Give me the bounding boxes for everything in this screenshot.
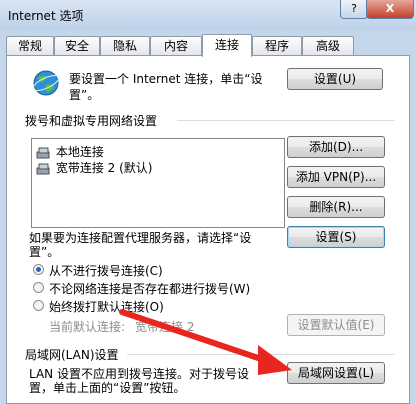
radio-never-dial[interactable]	[33, 264, 44, 275]
delete-button[interactable]: 删除(R)...	[287, 196, 385, 218]
current-default-label: 当前默认连接:	[49, 320, 126, 334]
network-connection-icon	[36, 147, 50, 158]
connections-panel: 要设置一个 Internet 连接，单击“设 置”。 设置(U) 拨号和虚拟专用…	[6, 55, 410, 404]
tab-security[interactable]: 安全	[54, 36, 100, 55]
proxy-instruction-line1: 如果要为连接配置代理服务器，请选择“设	[29, 231, 252, 245]
proxy-instruction-line2: 置”。	[29, 245, 60, 259]
list-item-label: 本地连接	[55, 145, 104, 159]
setup-button[interactable]: 设置(U)	[287, 68, 383, 90]
tab-programs[interactable]: 程序	[252, 36, 302, 55]
lan-section-label: 局域网(LAN)设置	[25, 348, 119, 362]
radio-dial-when-no-network[interactable]	[33, 282, 44, 293]
tab-privacy[interactable]: 隐私	[100, 36, 150, 55]
add-vpn-button[interactable]: 添加 VPN(P)...	[287, 166, 385, 188]
setup-instruction-line2: 置”。	[69, 88, 100, 102]
radio-never-dial-label[interactable]: 从不进行拨号连接(C)	[49, 262, 163, 279]
network-connection-icon	[36, 163, 50, 174]
tab-connections[interactable]: 连接	[202, 34, 252, 57]
tab-content[interactable]: 内容	[150, 36, 202, 55]
lan-instruction-line2: 置，单击上面的“设置”按钮。	[29, 381, 186, 395]
radio-dial-when-no-network-label[interactable]: 不论网络连接是否存在都进行拨号(W)	[49, 280, 250, 297]
current-default-value: 宽带连接 2	[135, 320, 195, 334]
tab-general[interactable]: 常规	[6, 36, 54, 55]
title-bar: Internet 选项 ? X	[0, 0, 416, 30]
list-item[interactable]: 宽带连接 2 (默认)	[36, 159, 152, 175]
list-item-label: 宽带连接 2 (默认)	[55, 161, 153, 175]
tab-advanced[interactable]: 高级	[302, 36, 354, 55]
dialup-section-divider	[177, 120, 395, 121]
radio-always-dial-label[interactable]: 始终拨打默认连接(O)	[49, 298, 164, 315]
connections-list[interactable]: 本地连接 宽带连接 2 (默认)	[31, 138, 285, 228]
radio-always-dial[interactable]	[33, 300, 44, 311]
lan-settings-button[interactable]: 局域网设置(L)	[287, 362, 385, 384]
add-button[interactable]: 添加(D)...	[287, 136, 385, 158]
lan-section-divider	[127, 354, 395, 355]
dialup-section-label: 拨号和虚拟专用网络设置	[25, 114, 158, 128]
setup-instruction-line1: 要设置一个 Internet 连接，单击“设	[69, 72, 263, 86]
help-button[interactable]: ?	[340, 0, 368, 19]
window-title: Internet 选项	[8, 9, 84, 23]
set-default-button[interactable]: 设置默认值(E)	[287, 314, 385, 336]
proxy-settings-button[interactable]: 设置(S)	[287, 226, 385, 248]
close-button[interactable]: X	[366, 0, 414, 19]
internet-globe-icon	[32, 70, 60, 96]
list-item[interactable]: 本地连接	[36, 143, 104, 159]
